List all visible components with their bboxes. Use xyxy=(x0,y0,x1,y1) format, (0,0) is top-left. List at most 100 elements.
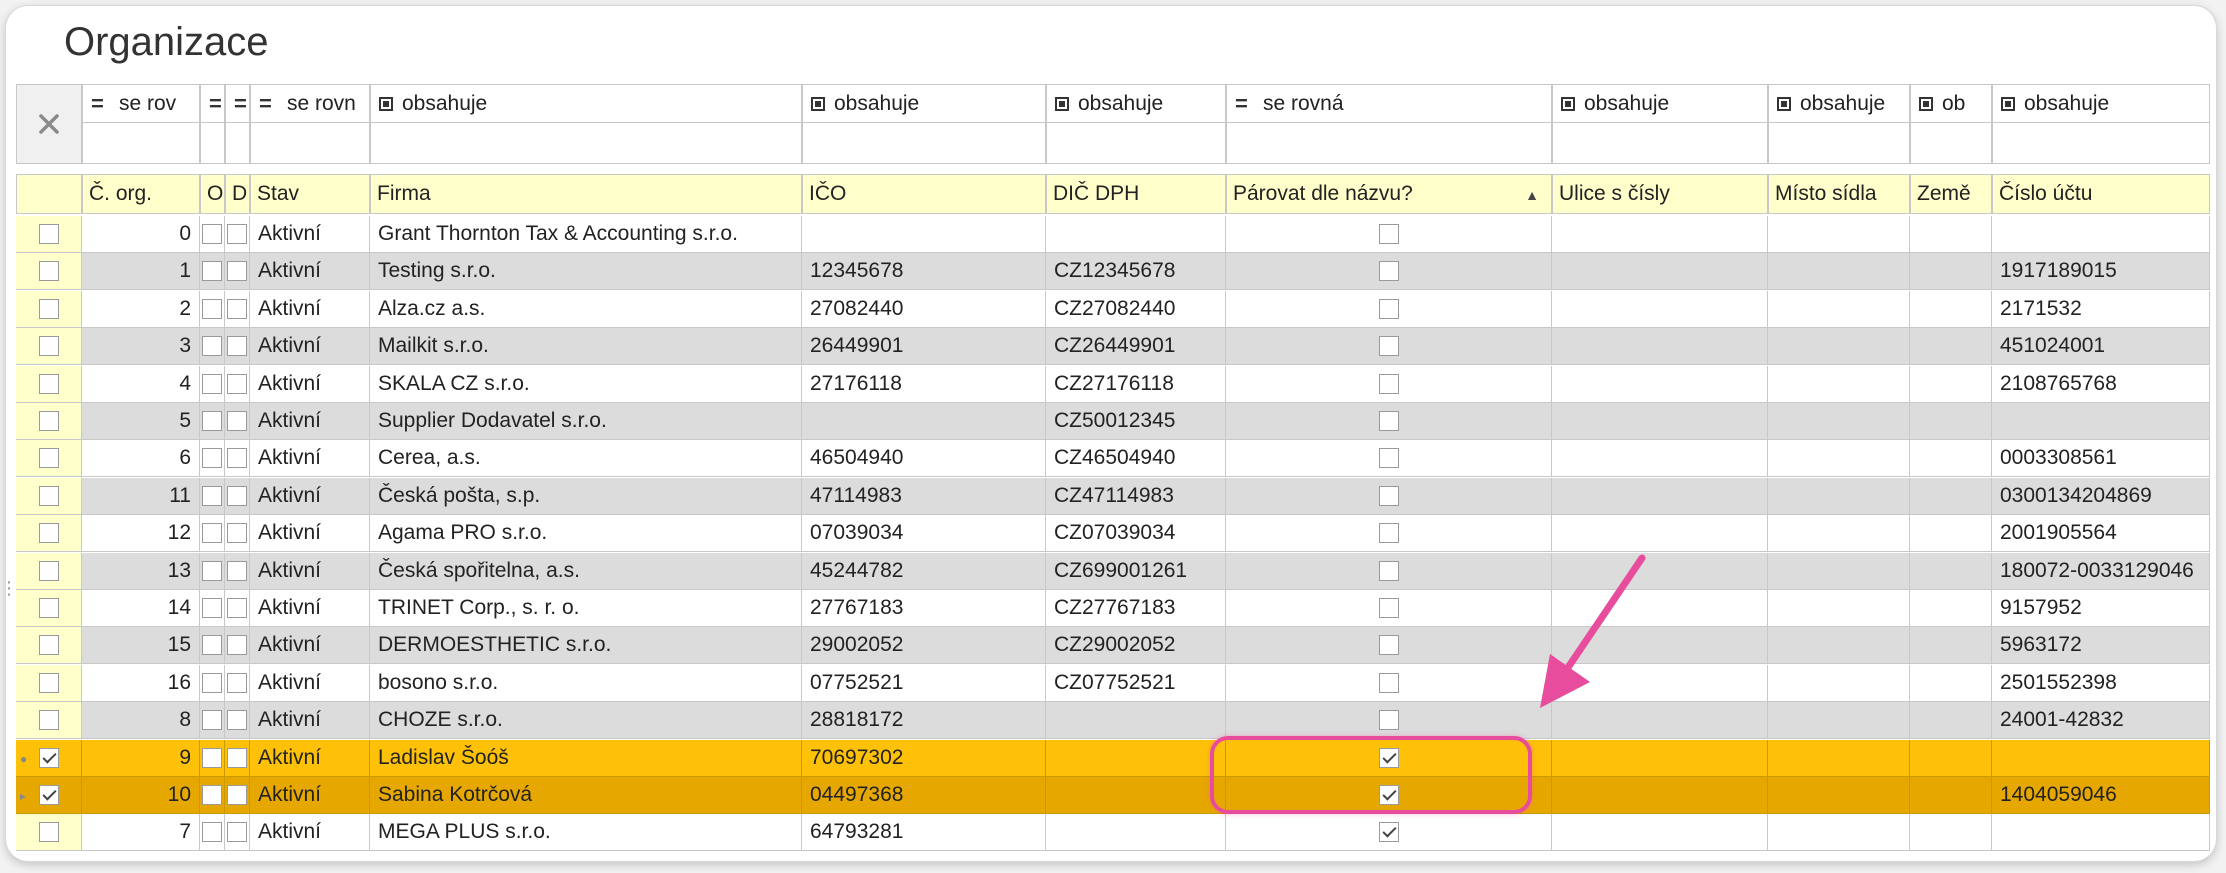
table-row[interactable]: 8 Aktivní CHOZE s.r.o. 28818172 24001-42832 xyxy=(16,702,2210,740)
cell-o[interactable] xyxy=(200,777,225,814)
row-select-checkbox[interactable] xyxy=(38,485,59,506)
parovat-checkbox[interactable] xyxy=(1378,635,1399,656)
table-row[interactable]: 15 Aktivní DERMOESTHETIC s.r.o. 29002052 CZ2… xyxy=(16,627,2210,665)
cell-o[interactable] xyxy=(200,627,225,665)
cell-parovat[interactable] xyxy=(1226,515,1552,553)
cell-o[interactable] xyxy=(200,403,225,440)
row-select-cell[interactable] xyxy=(16,590,82,627)
cell-o[interactable] xyxy=(200,702,225,740)
row-select-cell[interactable] xyxy=(16,664,82,702)
cell-o[interactable] xyxy=(200,814,225,852)
table-row[interactable]: 5 Aktivní Supplier Dodavatel s.r.o. CZ50012… xyxy=(16,403,2210,440)
table-row[interactable]: 7 Aktivní MEGA PLUS s.r.o. 64793281 xyxy=(16,814,2210,852)
d-checkbox[interactable] xyxy=(227,822,247,843)
filter-col-firma[interactable]: obsahuje xyxy=(370,84,802,164)
cell-parovat[interactable] xyxy=(1226,814,1552,852)
filter-operator[interactable]: obsahuje xyxy=(371,85,801,123)
filter-input[interactable] xyxy=(1553,123,1767,163)
row-select-checkbox[interactable] xyxy=(38,672,59,693)
cell-o[interactable] xyxy=(200,477,225,515)
d-checkbox[interactable] xyxy=(227,298,247,319)
filter-col-ucet[interactable]: obsahuje xyxy=(1992,84,2210,164)
filter-col-zeme[interactable]: ob xyxy=(1910,84,1992,164)
clear-filter-button[interactable] xyxy=(16,84,82,164)
row-select-checkbox[interactable] xyxy=(38,224,59,244)
parovat-checkbox[interactable] xyxy=(1378,261,1399,282)
table-row[interactable]: 11 Aktivní Česká pošta, s.p. 47114983 CZ4711… xyxy=(16,477,2210,515)
filter-input[interactable] xyxy=(201,123,224,163)
o-checkbox[interactable] xyxy=(202,298,222,319)
cell-d[interactable] xyxy=(225,590,250,627)
filter-col-org[interactable]: = se rov xyxy=(82,84,200,164)
o-checkbox[interactable] xyxy=(202,485,222,506)
table-row[interactable]: 4 Aktivní SKALA CZ s.r.o. 27176118 CZ2717611… xyxy=(16,365,2210,403)
cell-parovat[interactable] xyxy=(1226,440,1552,478)
cell-parovat[interactable] xyxy=(1226,253,1552,291)
o-checkbox[interactable] xyxy=(202,261,222,282)
cell-o[interactable] xyxy=(200,552,225,590)
filter-col-d[interactable]: = xyxy=(225,84,250,164)
cell-parovat[interactable] xyxy=(1226,552,1552,590)
parovat-checkbox[interactable] xyxy=(1378,710,1399,731)
cell-d[interactable] xyxy=(225,328,250,366)
filter-input[interactable] xyxy=(1047,123,1225,163)
cell-o[interactable] xyxy=(200,590,225,627)
cell-parovat[interactable] xyxy=(1226,365,1552,403)
d-checkbox[interactable] xyxy=(227,448,247,469)
o-checkbox[interactable] xyxy=(202,785,222,805)
filter-operator[interactable]: = se rov xyxy=(83,85,199,123)
row-select-cell[interactable] xyxy=(16,290,82,328)
table-row[interactable]: 3 Aktivní Mailkit s.r.o. 26449901 CZ26449901… xyxy=(16,328,2210,366)
filter-operator[interactable]: = xyxy=(201,85,224,123)
row-select-checkbox[interactable] xyxy=(38,822,59,843)
filter-input[interactable] xyxy=(803,123,1045,163)
cell-o[interactable] xyxy=(200,739,225,777)
d-checkbox[interactable] xyxy=(227,560,247,581)
row-select-checkbox[interactable] xyxy=(38,261,59,282)
row-select-checkbox[interactable] xyxy=(38,635,59,656)
header-col-o[interactable]: O xyxy=(200,174,225,214)
o-checkbox[interactable] xyxy=(202,598,222,618)
filter-input[interactable] xyxy=(83,123,199,163)
d-checkbox[interactable] xyxy=(227,336,247,357)
table-row[interactable]: 0 Aktivní Grant Thornton Tax & Accounting … xyxy=(16,216,2210,253)
o-checkbox[interactable] xyxy=(202,822,222,843)
parovat-checkbox[interactable] xyxy=(1378,523,1399,544)
d-checkbox[interactable] xyxy=(227,672,247,693)
cell-d[interactable] xyxy=(225,515,250,553)
cell-o[interactable] xyxy=(200,440,225,478)
row-select-checkbox[interactable] xyxy=(38,598,59,618)
parovat-checkbox[interactable] xyxy=(1378,373,1399,394)
row-select-cell[interactable] xyxy=(16,627,82,665)
parovat-checkbox[interactable] xyxy=(1378,224,1399,244)
row-select-cell[interactable] xyxy=(16,515,82,553)
row-select-cell[interactable] xyxy=(16,702,82,740)
cell-parovat[interactable] xyxy=(1226,702,1552,740)
cell-d[interactable] xyxy=(225,365,250,403)
cell-o[interactable] xyxy=(200,253,225,291)
row-select-cell[interactable]: ▸ xyxy=(16,777,82,814)
d-checkbox[interactable] xyxy=(227,747,247,768)
d-checkbox[interactable] xyxy=(227,485,247,506)
filter-input[interactable] xyxy=(1993,123,2209,163)
o-checkbox[interactable] xyxy=(202,336,222,357)
row-select-cell[interactable] xyxy=(16,403,82,440)
header-col-dic[interactable]: DIČ DPH xyxy=(1046,174,1226,214)
d-checkbox[interactable] xyxy=(227,373,247,394)
cell-o[interactable] xyxy=(200,664,225,702)
o-checkbox[interactable] xyxy=(202,635,222,656)
filter-col-ico[interactable]: obsahuje xyxy=(802,84,1046,164)
table-row[interactable]: ▸ 10 Aktivní Sabina Kotrčová 04497368 1404059… xyxy=(16,777,2210,814)
filter-operator[interactable]: = se rovná xyxy=(1227,85,1551,123)
cell-d[interactable] xyxy=(225,702,250,740)
row-select-checkbox[interactable] xyxy=(38,710,59,731)
table-row[interactable]: 13 Aktivní Česká spořitelna, a.s. 45244782 C… xyxy=(16,552,2210,590)
o-checkbox[interactable] xyxy=(202,560,222,581)
parovat-checkbox[interactable] xyxy=(1378,822,1399,843)
table-row[interactable]: ● 9 Aktivní Ladislav Šoóš 70697302 xyxy=(16,739,2210,777)
o-checkbox[interactable] xyxy=(202,448,222,469)
cell-parovat[interactable] xyxy=(1226,664,1552,702)
row-select-checkbox[interactable] xyxy=(38,560,59,581)
d-checkbox[interactable] xyxy=(227,261,247,282)
filter-col-misto[interactable]: obsahuje xyxy=(1768,84,1910,164)
